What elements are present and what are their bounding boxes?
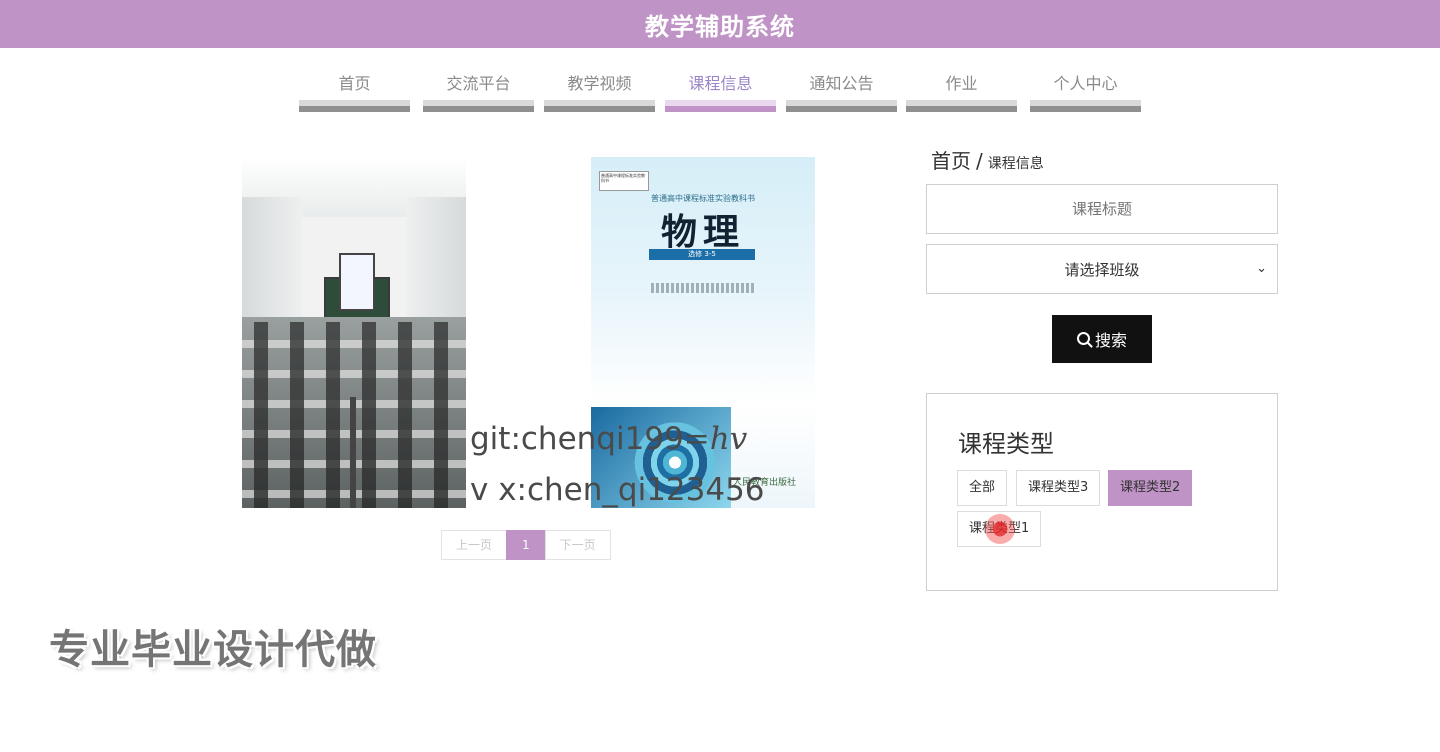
- nav-label: 作业: [945, 74, 978, 93]
- nav-item-forum[interactable]: 交流平台: [423, 66, 534, 112]
- photo-projector-screen: [339, 253, 375, 311]
- nav-item-home[interactable]: 首页: [299, 66, 410, 112]
- page-number-current[interactable]: 1: [506, 530, 546, 560]
- course-title-input[interactable]: [926, 184, 1278, 234]
- breadcrumb: 首页 / 课程信息: [931, 145, 1044, 174]
- course-type-tag-all[interactable]: 全部: [957, 470, 1008, 506]
- nav-item-videos[interactable]: 教学视频: [544, 66, 655, 112]
- course-type-panel: 课程类型 全部 课程类型3 课程类型2 课程类型1: [926, 393, 1278, 591]
- app-title: 教学辅助系统: [645, 12, 795, 41]
- class-select[interactable]: 请选择班级 ⌄: [926, 244, 1278, 294]
- cover-badge: 普通高中课程标准实验教科书: [599, 171, 649, 191]
- nav-item-notices[interactable]: 通知公告: [786, 66, 897, 112]
- ad-overlay-text: 专业毕业设计代做: [49, 627, 377, 673]
- breadcrumb-current: 课程信息: [987, 156, 1044, 172]
- nav-label: 个人中心: [1053, 74, 1118, 93]
- course-type-tag-3[interactable]: 课程类型3: [1016, 470, 1101, 506]
- nav-label: 交流平台: [446, 74, 511, 93]
- prev-page-button[interactable]: 上一页: [441, 530, 508, 560]
- nav-label: 首页: [338, 74, 371, 93]
- search-button[interactable]: 搜索: [1052, 315, 1152, 363]
- course-type-tag-2[interactable]: 课程类型2: [1108, 470, 1193, 506]
- cover-publisher-lines: [651, 283, 755, 293]
- chevron-down-icon: ⌄: [1256, 260, 1267, 275]
- watermark-line-1: git:chenqi199=hv: [470, 421, 747, 457]
- pagination: 上一页 1 下一页: [441, 530, 611, 560]
- breadcrumb-separator: /: [976, 149, 983, 173]
- cover-subtitle: 选修 3-5: [649, 249, 755, 260]
- nav-underline: [423, 100, 534, 112]
- course-card-classroom-image[interactable]: [242, 157, 466, 508]
- nav-underline: [1030, 100, 1141, 112]
- nav-underline: [906, 100, 1017, 112]
- nav-item-profile[interactable]: 个人中心: [1030, 66, 1141, 112]
- watermark-git: git:chenqi199: [470, 421, 684, 457]
- watermark-formula: =hv: [683, 421, 748, 457]
- breadcrumb-home[interactable]: 首页: [931, 149, 971, 173]
- nav-item-homework[interactable]: 作业: [906, 66, 1017, 112]
- search-icon: [1076, 331, 1090, 345]
- nav-label: 课程信息: [688, 74, 753, 93]
- next-page-button[interactable]: 下一页: [544, 530, 611, 560]
- class-select-value: 请选择班级: [1064, 261, 1140, 279]
- nav-underline: [544, 100, 655, 112]
- watermark-line-2: v x:chen_qi123456: [470, 472, 765, 508]
- nav-underline: [786, 100, 897, 112]
- main-nav: 首页 交流平台 教学视频 课程信息 通知公告 作业 个人中心: [299, 66, 1141, 112]
- nav-underline: [299, 100, 410, 112]
- nav-label: 通知公告: [809, 74, 874, 93]
- nav-item-courses[interactable]: 课程信息: [665, 66, 776, 112]
- course-type-tag-1[interactable]: 课程类型1: [957, 511, 1042, 547]
- app-header: 教学辅助系统: [0, 0, 1440, 48]
- search-button-label: 搜索: [1094, 331, 1127, 350]
- nav-label: 教学视频: [567, 74, 632, 93]
- photo-pole: [350, 397, 356, 508]
- cover-title: 物理: [660, 211, 745, 253]
- nav-underline: [665, 100, 776, 112]
- course-type-heading: 课程类型: [958, 430, 1054, 458]
